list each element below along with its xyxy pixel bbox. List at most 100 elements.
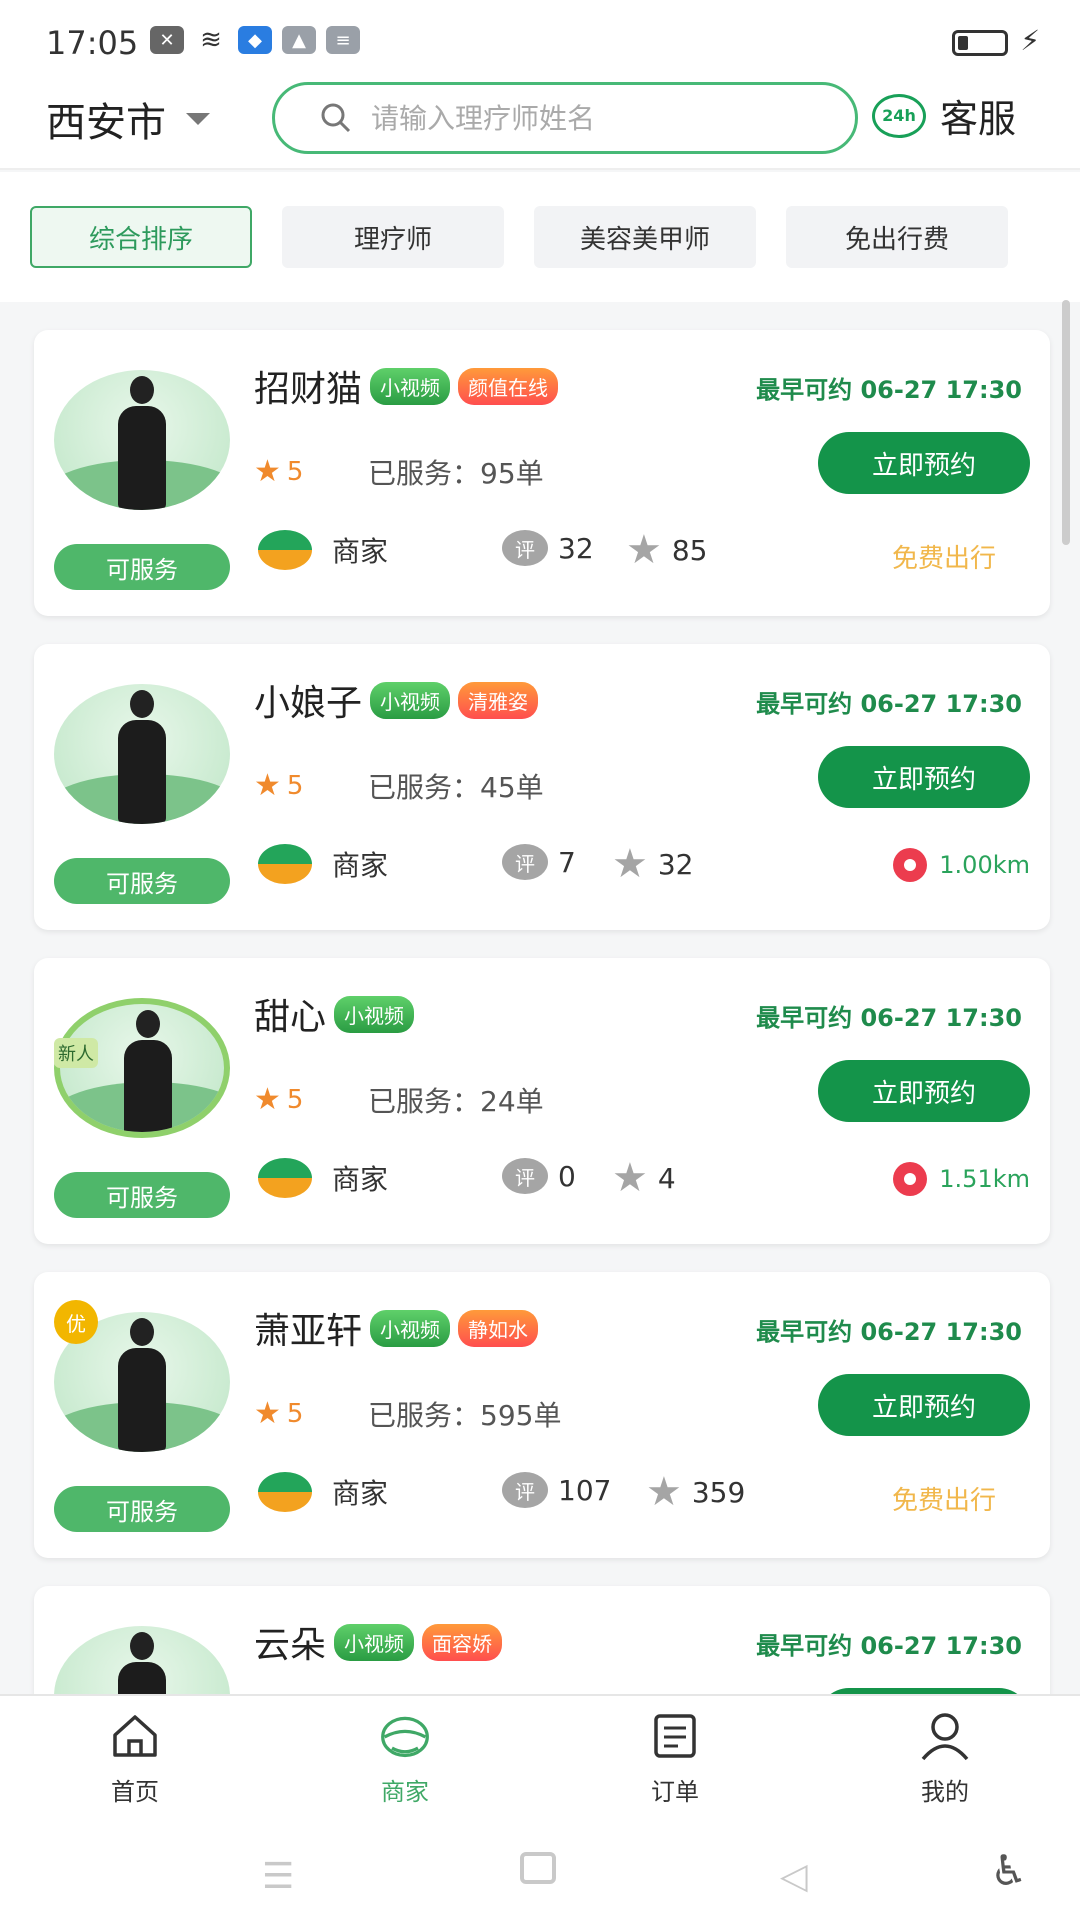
app-notice-icon: ◆ — [238, 26, 272, 54]
merchant-logo-icon — [258, 1472, 312, 1512]
book-now-button[interactable]: 立即预约 — [818, 1060, 1030, 1122]
filter-bar: 综合排序 理疗师 美容美甲师 免出行费 — [0, 172, 1080, 302]
free-travel-label: 免费出行 — [891, 1486, 996, 1516]
therapist-card[interactable]: 可服务 招财猫 小视频 颜值在线 最早可约 06-27 17:30 立即预约 ★… — [34, 330, 1050, 616]
therapist-portrait — [118, 690, 166, 824]
accessibility-icon[interactable]: ♿ — [990, 1846, 1028, 1895]
therapist-name: 小娘子 — [254, 683, 363, 724]
menu-icon[interactable]: ☰ — [262, 1856, 294, 1897]
rating-value: 5 — [286, 456, 304, 487]
rating-value: 5 — [286, 1084, 304, 1115]
filter-therapist[interactable]: 理疗师 — [282, 206, 504, 268]
style-tag: 面容娇 — [422, 1623, 503, 1661]
free-travel-label: 免费出行 — [891, 544, 996, 574]
status-badge: 可服务 — [54, 544, 230, 590]
home-square-icon[interactable] — [520, 1852, 556, 1884]
app-notice-icon: ▲ — [282, 26, 316, 54]
earliest-appointment: 最早可约 06-27 17:30 — [756, 1632, 1022, 1660]
search-input[interactable] — [371, 101, 831, 135]
merchant-logo-icon — [258, 1158, 312, 1198]
favorites: ★ 4 — [612, 1158, 676, 1198]
city-selector[interactable]: 西安市 — [46, 90, 210, 148]
tab-home-label: 首页 — [111, 1778, 159, 1806]
served-count: 已服务：45单 — [368, 771, 544, 804]
reviews: 评 32 — [502, 530, 594, 566]
video-tag: 小视频 — [334, 1623, 415, 1661]
back-icon[interactable]: ◁ — [780, 1856, 808, 1897]
rating: ★ 5 — [254, 1396, 303, 1431]
style-tag: 清雅姿 — [458, 681, 539, 719]
tab-orders[interactable]: 订单 — [540, 1696, 810, 1820]
new-badge: 新人 — [54, 1038, 98, 1068]
therapist-card[interactable]: 优 可服务 萧亚轩 小视频 静如水 最早可约 06-27 17:30 立即预约 … — [34, 1272, 1050, 1558]
style-tag: 颜值在线 — [458, 367, 559, 405]
merchant[interactable]: 商家 — [258, 1472, 388, 1512]
favorite-count: 4 — [657, 1161, 676, 1195]
book-now-button[interactable]: 立即预约 — [818, 432, 1030, 494]
home-icon — [109, 1710, 161, 1762]
video-tag: 小视频 — [370, 681, 451, 719]
merchant-icon — [379, 1710, 431, 1762]
filter-comprehensive[interactable]: 综合排序 — [30, 206, 252, 268]
merchant[interactable]: 商家 — [258, 1158, 388, 1198]
earliest-appointment: 最早可约 06-27 17:30 — [756, 1004, 1022, 1032]
served-count: 已服务：595单 — [368, 1399, 562, 1432]
tab-merchant[interactable]: 商家 — [270, 1696, 540, 1820]
wifi-icon: ≋ — [200, 25, 222, 55]
avatar[interactable] — [54, 998, 230, 1138]
top-header: 西安市 24h 客服 — [0, 80, 1080, 170]
star-icon: ★ — [254, 1396, 281, 1431]
therapist-name: 云朵 — [254, 1625, 327, 1666]
app-notice-icon: ≡ — [326, 26, 360, 54]
favorite-star-icon: ★ — [612, 841, 648, 887]
review-bubble-icon: 评 — [502, 530, 548, 566]
review-count: 32 — [558, 531, 594, 565]
video-tag: 小视频 — [334, 995, 415, 1033]
merchant[interactable]: 商家 — [258, 530, 388, 570]
reviews: 评 107 — [502, 1472, 611, 1508]
book-now-button[interactable]: 立即预约 — [818, 746, 1030, 808]
filter-beauty-nail[interactable]: 美容美甲师 — [534, 206, 756, 268]
therapist-name-row: 招财猫 小视频 颜值在线 — [254, 360, 559, 412]
tab-profile[interactable]: 我的 — [810, 1696, 1080, 1820]
therapist-portrait — [124, 1010, 172, 1132]
avatar[interactable] — [54, 1626, 230, 1694]
location-pin-icon — [893, 1162, 928, 1196]
merchant[interactable]: 商家 — [258, 844, 388, 884]
distance: 1.00km — [893, 848, 1030, 882]
search-box[interactable] — [272, 82, 858, 154]
favorite-star-icon: ★ — [646, 1469, 682, 1515]
status-badge: 可服务 — [54, 858, 230, 904]
status-badge: 可服务 — [54, 1172, 230, 1218]
book-now-button[interactable]: 立即预约 — [818, 1374, 1030, 1436]
reviews: 评7 — [502, 844, 576, 880]
review-bubble-icon: 评 — [502, 844, 548, 880]
star-icon: ★ — [254, 1082, 281, 1117]
filter-no-travel-fee[interactable]: 免出行费 — [786, 206, 1008, 268]
video-tag: 小视频 — [370, 1309, 451, 1347]
avatar[interactable] — [54, 684, 230, 824]
scrollbar[interactable] — [1062, 300, 1070, 545]
therapist-portrait — [118, 1632, 166, 1694]
reviews: 评0 — [502, 1158, 576, 1194]
therapist-card[interactable]: 可服务 小娘子 小视频 清雅姿 最早可约 06-27 17:30 立即预约 ★ 5… — [34, 644, 1050, 930]
star-icon: ★ — [254, 454, 281, 489]
avatar[interactable] — [54, 370, 230, 510]
therapist-list[interactable]: 可服务 招财猫 小视频 颜值在线 最早可约 06-27 17:30 立即预约 ★… — [0, 302, 1080, 1694]
distance: 1.51km — [893, 1162, 1030, 1196]
therapist-name-row: 小娘子 小视频 清雅姿 — [254, 674, 539, 726]
customer-service-label: 客服 — [940, 97, 1017, 141]
therapist-card[interactable]: 云朵 小视频 面容娇 最早可约 06-27 17:30 — [34, 1586, 1050, 1694]
customer-service-button[interactable]: 24h 客服 — [872, 88, 1016, 143]
notification-icon: ✕ — [150, 26, 184, 54]
system-nav-bar: ☰ ◁ ♿ — [0, 1820, 1080, 1920]
merchant-logo-icon — [258, 844, 312, 884]
earliest-appointment: 最早可约 06-27 17:30 — [756, 1318, 1022, 1346]
headset-24h-icon: 24h — [872, 93, 926, 138]
review-count: 0 — [558, 1159, 576, 1193]
distance-value: 1.51km — [939, 1165, 1030, 1193]
therapist-card[interactable]: 新人 可服务 甜心 小视频 最早可约 06-27 17:30 立即预约 ★ 5 已… — [34, 958, 1050, 1244]
tab-home[interactable]: 首页 — [0, 1696, 270, 1820]
chevron-down-icon — [186, 113, 210, 125]
review-bubble-icon: 评 — [502, 1472, 548, 1508]
